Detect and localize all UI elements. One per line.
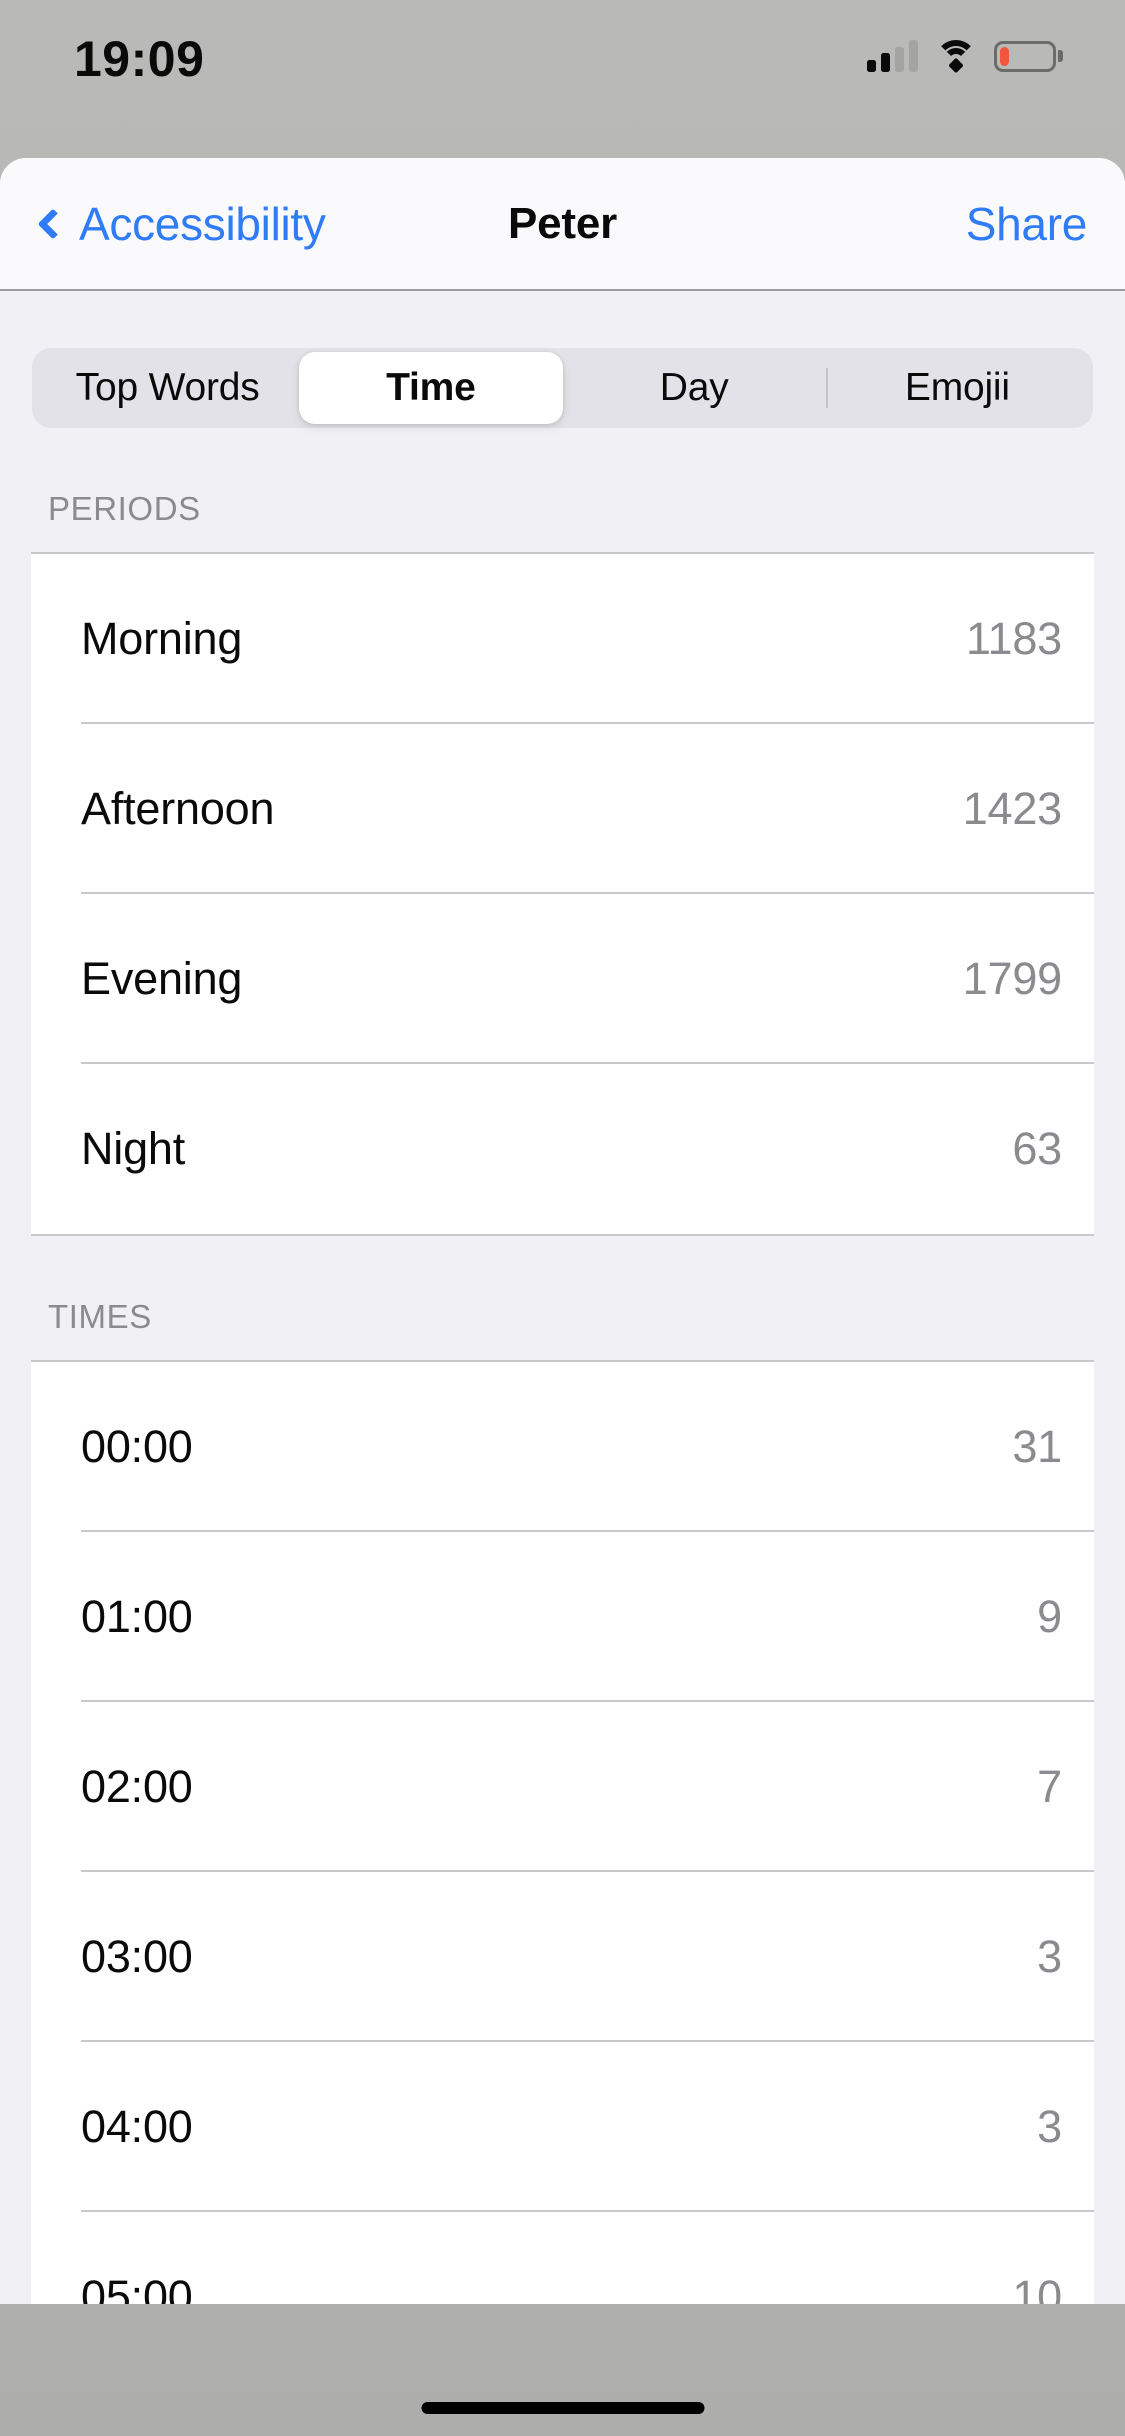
- row-value: 1423: [962, 783, 1063, 834]
- cellular-signal-icon: [867, 40, 918, 72]
- tab-day[interactable]: Day: [563, 352, 826, 424]
- wifi-icon: [935, 40, 977, 74]
- tab-top-words[interactable]: Top Words: [36, 352, 299, 424]
- table-row[interactable]: Morning 1183: [31, 554, 1094, 724]
- section-header-periods: PERIODS: [48, 490, 201, 527]
- status-bar-clock: 19:09: [74, 31, 205, 87]
- table-row[interactable]: 01:00 9: [31, 1532, 1094, 1702]
- back-button-label: Accessibility: [79, 197, 326, 250]
- back-button[interactable]: Accessibility: [37, 197, 326, 251]
- row-label: 00:00: [81, 1421, 193, 1472]
- share-button[interactable]: Share: [966, 197, 1088, 251]
- row-label: Night: [81, 1123, 186, 1174]
- row-label: 05:00: [81, 2271, 193, 2304]
- table-row[interactable]: 02:00 7: [31, 1702, 1094, 1872]
- table-row[interactable]: Night 63: [31, 1064, 1094, 1234]
- table-row[interactable]: 03:00 3: [31, 1872, 1094, 2042]
- row-value: 10: [1012, 2271, 1062, 2304]
- periods-list: Morning 1183 Afternoon 1423 Evening 1799…: [31, 552, 1094, 1236]
- segmented-control-container: Top Words Time Day Emojii: [0, 291, 1125, 428]
- row-value: 1183: [966, 613, 1062, 664]
- row-value: 31: [1012, 1421, 1062, 1472]
- row-label: 01:00: [81, 1591, 193, 1642]
- row-value: 3: [1037, 2101, 1062, 2152]
- row-label: Morning: [81, 613, 243, 664]
- row-label: 04:00: [81, 2101, 193, 2152]
- status-bar: 19:09: [0, 0, 1125, 158]
- modal-sheet: Accessibility Peter Share Top Words Time…: [0, 158, 1125, 2304]
- home-indicator[interactable]: [421, 2402, 704, 2414]
- row-value: 3: [1037, 1931, 1062, 1982]
- chevron-left-icon: [37, 207, 69, 240]
- row-value: 9: [1037, 1591, 1062, 1642]
- row-value: 1799: [962, 953, 1063, 1004]
- navigation-bar: Accessibility Peter Share: [0, 158, 1125, 291]
- section-header-times: TIMES: [48, 1298, 152, 1335]
- row-value: 63: [1012, 1123, 1062, 1174]
- battery-low-icon: [994, 40, 1063, 72]
- row-label: Afternoon: [81, 783, 275, 834]
- table-row[interactable]: 00:00 31: [31, 1362, 1094, 1532]
- row-label: 02:00: [81, 1761, 193, 1812]
- times-list: 00:00 31 01:00 9 02:00 7 03:00 3 04:00 3…: [31, 1360, 1094, 2304]
- table-row[interactable]: Evening 1799: [31, 894, 1094, 1064]
- segmented-control[interactable]: Top Words Time Day Emojii: [32, 348, 1093, 428]
- table-row[interactable]: 04:00 3: [31, 2042, 1094, 2212]
- row-value: 7: [1037, 1761, 1062, 1812]
- table-row[interactable]: 05:00 10: [31, 2212, 1094, 2304]
- tab-emojii[interactable]: Emojii: [825, 352, 1089, 424]
- row-label: Evening: [81, 953, 243, 1004]
- tab-time[interactable]: Time: [299, 352, 563, 424]
- status-bar-indicators: [867, 34, 1063, 74]
- row-label: 03:00: [81, 1931, 193, 1982]
- table-row[interactable]: Afternoon 1423: [31, 724, 1094, 894]
